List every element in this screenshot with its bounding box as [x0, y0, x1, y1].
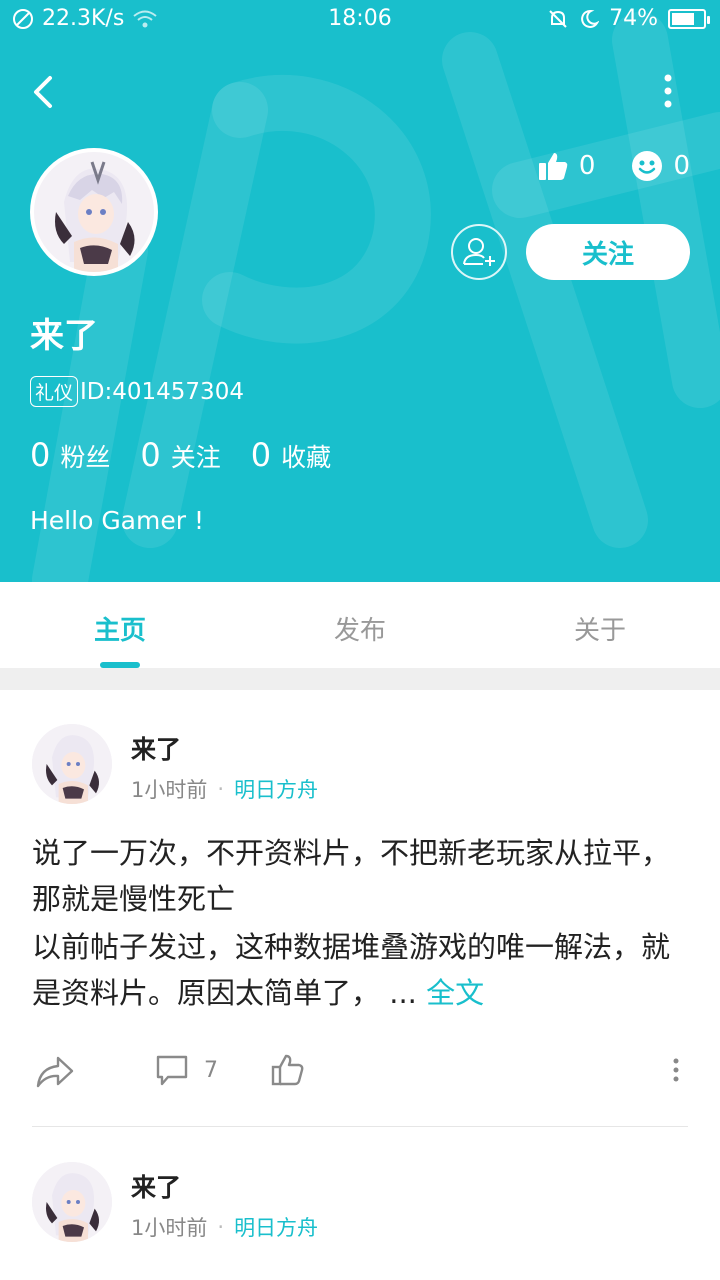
profile-bio: Hello Gamer ! — [30, 506, 204, 535]
profile-avatar[interactable] — [30, 148, 158, 276]
post-actions: 7 — [0, 1052, 720, 1102]
watermark-logo — [32, 12, 720, 582]
like-icon — [271, 1054, 304, 1086]
back-icon — [34, 76, 52, 108]
battery-icon — [668, 8, 710, 29]
count-label: 关注 — [170, 443, 221, 472]
follow-button[interactable]: 关注 — [526, 224, 690, 280]
count-label: 粉丝 — [60, 443, 111, 472]
followers-count[interactable]: 0 粉丝 — [30, 436, 110, 474]
post-text: 以前帖子发过，这种数据堆叠游戏的唯一解法，就是资料片。原因太简单了， — [32, 930, 671, 1010]
count-label: 收藏 — [281, 443, 332, 472]
reaction-stats: 0 0 — [537, 150, 690, 182]
post-paragraph: 以前帖子发过，这种数据堆叠游戏的唯一解法，就是资料片。原因太简单了， ... 全… — [32, 924, 688, 1016]
post-meta: 1小时前 · 明日方舟 — [131, 1212, 318, 1242]
profile-id-line: 礼仪 ID:401457304 — [30, 376, 244, 407]
tab-home[interactable]: 主页 — [0, 582, 240, 668]
status-bar: 22.3K/s 18:06 74% — [0, 0, 720, 40]
battery-percent: 74% — [609, 6, 658, 31]
more-options-button[interactable] — [656, 72, 680, 112]
count-number: 0 — [140, 436, 161, 474]
profile-header: 22.3K/s 18:06 74% 0 0 关注 来了 礼仪 ID:401457… — [0, 0, 720, 582]
etiquette-badge: 礼仪 — [30, 376, 79, 407]
post-paragraph: 说了一万次，不开资料片，不把新老玩家从拉平，那就是慢性死亡 — [32, 836, 671, 916]
read-more-link[interactable]: 全文 — [426, 976, 484, 1010]
profile-id: ID:401457304 — [80, 378, 244, 405]
following-count[interactable]: 0 关注 — [140, 436, 220, 474]
profile-tabs: 主页 发布 关于 — [0, 582, 720, 668]
count-number: 0 — [250, 436, 272, 474]
post-divider — [32, 1126, 688, 1127]
share-icon — [36, 1056, 74, 1088]
post-game-tag[interactable]: 明日方舟 — [234, 1212, 318, 1242]
post-author-name[interactable]: 来了 — [131, 730, 181, 766]
meta-separator: · — [217, 777, 225, 801]
post-more-button[interactable] — [668, 1052, 684, 1088]
comment-count: 7 — [204, 1057, 218, 1083]
comment-icon — [156, 1055, 188, 1086]
comment-button[interactable]: 7 — [154, 1052, 218, 1088]
back-button[interactable] — [24, 70, 64, 114]
post-time: 1小时前 — [131, 1216, 208, 1240]
moon-icon — [581, 9, 600, 28]
add-friend-icon — [463, 238, 495, 266]
post-game-tag[interactable]: 明日方舟 — [234, 774, 318, 804]
more-vertical-icon — [673, 1058, 679, 1082]
smile-icon — [632, 151, 663, 181]
avatar-image — [32, 724, 112, 804]
post-time: 1小时前 — [131, 778, 208, 802]
post-author-avatar[interactable] — [32, 724, 112, 804]
post-meta: 1小时前 · 明日方舟 — [131, 774, 318, 804]
count-number: 0 — [30, 436, 51, 474]
tab-posts[interactable]: 发布 — [240, 582, 480, 668]
meta-separator: · — [217, 1215, 225, 1239]
thumb-up-icon — [538, 153, 568, 180]
avatar-image — [32, 1162, 112, 1242]
tab-about[interactable]: 关于 — [480, 582, 720, 668]
post-author-avatar[interactable] — [32, 1162, 112, 1242]
post-ellipsis: ... — [380, 976, 427, 1010]
profile-counts: 0 粉丝 0 关注 0 收藏 — [30, 436, 331, 474]
post-author-name[interactable]: 来了 — [131, 1168, 181, 1204]
section-separator — [0, 668, 720, 690]
post-content[interactable]: 说了一万次，不开资料片，不把新老玩家从拉平，那就是慢性死亡 以前帖子发过，这种数… — [32, 830, 688, 1016]
add-friend-button[interactable] — [451, 224, 507, 280]
like-button[interactable] — [270, 1052, 306, 1088]
emotes-stat[interactable]: 0 — [631, 150, 690, 182]
emotes-count: 0 — [673, 151, 690, 181]
likes-count: 0 — [578, 151, 596, 181]
likes-stat[interactable]: 0 — [537, 150, 596, 182]
mute-bell-icon — [549, 9, 567, 28]
avatar-image — [34, 152, 154, 272]
more-vertical-icon — [664, 74, 672, 108]
profile-username: 来了 — [30, 316, 98, 356]
favorites-count[interactable]: 0 收藏 — [251, 436, 331, 474]
share-button[interactable] — [34, 1052, 76, 1092]
